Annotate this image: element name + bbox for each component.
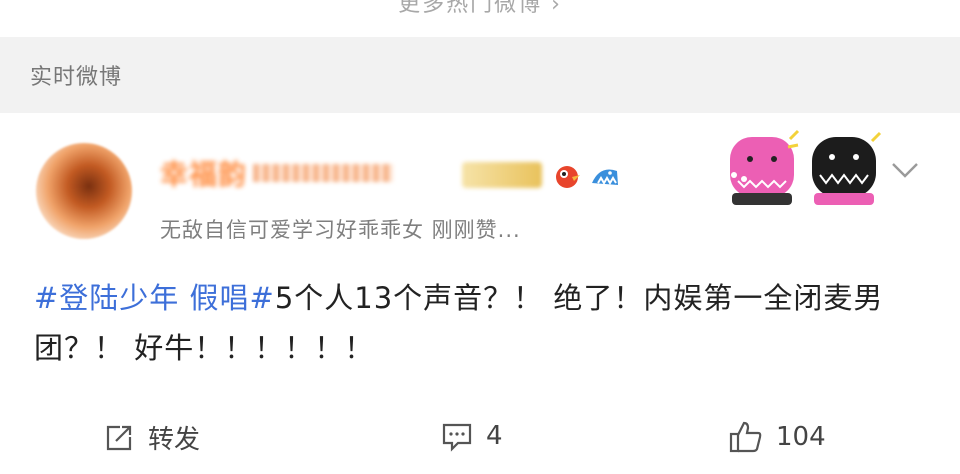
comment-button[interactable]: 4: [440, 419, 503, 453]
post-body: #登陆少年 假唱#5个人13个声音？！ 绝了！内娱第一全闭麦男团？！ 好牛！！！…: [34, 273, 934, 373]
username-text: 幸福韵: [160, 158, 248, 191]
hashtag-link[interactable]: #登陆少年 假唱#: [34, 281, 275, 315]
forward-label: 转发: [148, 425, 201, 455]
more-hot-posts-link[interactable]: 更多热门微博 ›: [0, 0, 960, 17]
user-subtitle: 无敌自信可爱学习好乖乖女 刚刚赞...: [160, 218, 521, 242]
chevron-down-icon[interactable]: [890, 159, 920, 181]
thumbs-up-icon: [729, 421, 762, 453]
username-blur: [253, 164, 394, 182]
comment-count: 4: [486, 421, 503, 451]
like-button[interactable]: 104: [728, 419, 826, 455]
black-monster-sticker-icon: [812, 131, 882, 205]
bird-badge-icon: [556, 166, 580, 188]
comment-icon: [442, 423, 472, 452]
like-count: 104: [776, 422, 826, 452]
shark-badge-icon: [592, 169, 618, 185]
vip-badge: [462, 162, 542, 188]
avatar[interactable]: [36, 143, 132, 239]
pink-monster-sticker-icon: [730, 129, 800, 205]
share-icon: [106, 425, 132, 450]
weibo-post: 幸福韵 无敌自信可爱学习好乖乖女 刚刚赞... #登陆少年 假唱#5个人13个声…: [0, 113, 960, 474]
section-title: 实时微博: [30, 65, 123, 90]
forward-button[interactable]: 转发: [102, 419, 200, 456]
section-header: 实时微博: [0, 37, 960, 113]
action-bar: 转发 4 104: [0, 409, 960, 473]
